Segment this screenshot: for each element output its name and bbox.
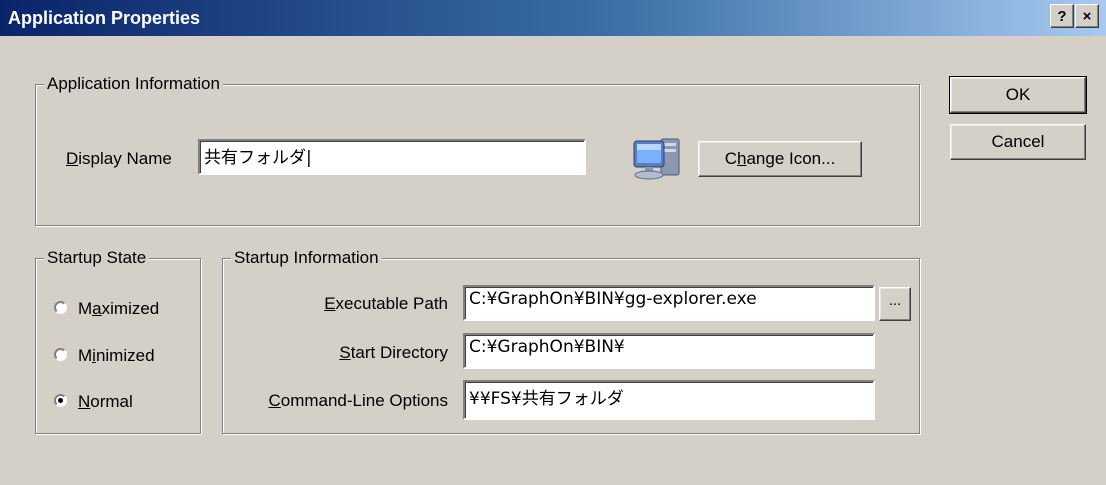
application-information-group: Application Information Display Name 共有フ… — [35, 74, 920, 226]
close-button[interactable]: × — [1075, 4, 1099, 28]
executable-path-input[interactable]: C:¥GraphOn¥BIN¥gg-explorer.exe — [463, 285, 875, 321]
radio-button[interactable] — [54, 348, 67, 361]
startup-state-group: Startup State Maximized Minimized Normal — [35, 248, 201, 434]
start-directory-label: Start Directory — [339, 343, 448, 362]
display-name-input[interactable]: 共有フォルダ| — [198, 139, 586, 175]
application-information-legend: Application Information — [44, 74, 223, 94]
browse-button[interactable]: ... — [879, 287, 911, 321]
ok-button[interactable]: OK — [949, 76, 1087, 114]
help-button[interactable]: ? — [1050, 4, 1074, 28]
command-line-options-label: Command-Line Options — [268, 391, 448, 410]
radio-button[interactable] — [54, 394, 67, 407]
cancel-button[interactable]: Cancel — [950, 124, 1086, 160]
executable-path-label: Executable Path — [324, 294, 448, 313]
title-bar: Application Properties ? × — [0, 0, 1106, 36]
change-icon-button[interactable]: Change Icon... — [698, 141, 862, 177]
command-line-options-input[interactable]: ¥¥FS¥共有フォルダ — [463, 380, 875, 420]
radio-maximized-label: Maximized — [78, 299, 160, 318]
start-directory-input[interactable]: C:¥GraphOn¥BIN¥ — [463, 333, 875, 369]
radio-minimized-label: Minimized — [78, 346, 155, 365]
startup-information-group: Startup Information Executable Path C:¥G… — [222, 248, 920, 434]
computer-icon — [631, 133, 685, 183]
startup-information-legend: Startup Information — [231, 248, 382, 268]
startup-state-legend: Startup State — [44, 248, 150, 268]
radio-normal-label: Normal — [78, 392, 133, 411]
radio-button[interactable] — [54, 301, 67, 314]
radio-selected-dot — [58, 398, 63, 403]
display-name-label: Display Name — [66, 149, 172, 168]
window-title: Application Properties — [8, 8, 201, 28]
